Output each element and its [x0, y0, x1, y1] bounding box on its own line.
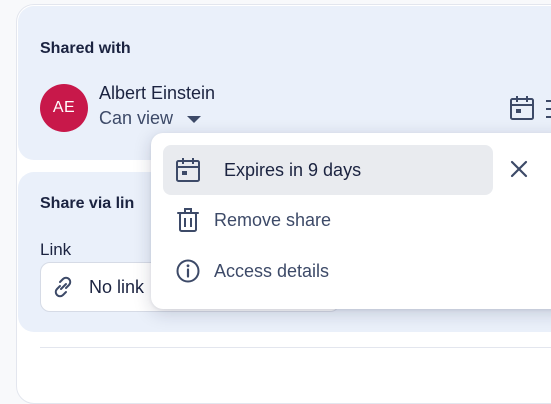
shared-with-title: Shared with	[40, 40, 131, 57]
avatar: AE	[40, 84, 88, 132]
user-name: Albert Einstein	[99, 83, 216, 103]
more-icon[interactable]	[544, 98, 551, 120]
chevron-down-icon	[187, 116, 202, 123]
calendar-icon	[176, 158, 200, 182]
menu-item-label: Expires in 9 days	[224, 159, 362, 180]
close-icon[interactable]	[505, 155, 533, 183]
permission-dropdown[interactable]: Can view	[99, 108, 202, 129]
menu-item-label: Remove share	[214, 209, 332, 230]
link-value: No link	[89, 276, 145, 297]
info-icon	[176, 259, 200, 283]
share-options-menu: Expires in 9 days Remove share Access de…	[151, 133, 551, 309]
trash-icon	[177, 208, 199, 232]
menu-item-label: Access details	[214, 260, 330, 281]
permission-label: Can view	[99, 108, 174, 128]
divider	[40, 347, 551, 348]
menu-item-remove-share[interactable]: Remove share	[163, 205, 331, 235]
link-icon	[54, 276, 72, 298]
avatar-initials: AE	[52, 99, 76, 116]
menu-item-access-details[interactable]: Access details	[163, 256, 329, 286]
calendar-icon[interactable]	[508, 94, 536, 122]
menu-item-expires[interactable]: Expires in 9 days	[163, 145, 493, 195]
link-label: Link	[40, 240, 72, 259]
share-link-title: Share via lin	[40, 195, 135, 212]
